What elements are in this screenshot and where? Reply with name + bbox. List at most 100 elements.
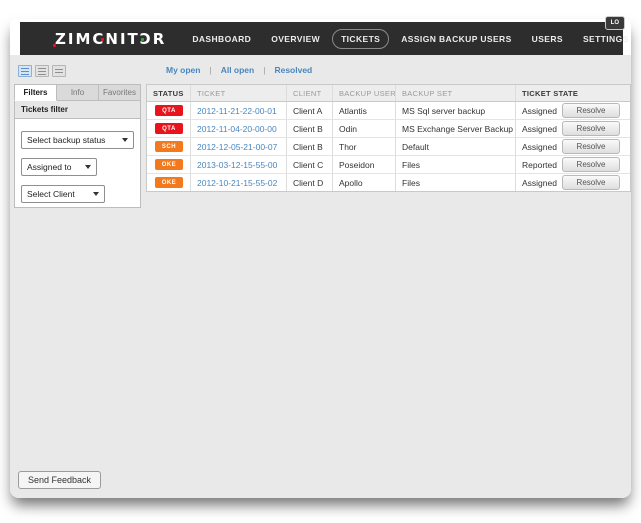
column-header-backup-user: BACKUP USER — [333, 85, 396, 101]
logo-red-dot-icon — [101, 38, 104, 41]
status-badge: QTA — [155, 105, 183, 116]
ticket-state-cell: Assigned Resolve — [516, 102, 630, 119]
logo-o-red: C — [92, 30, 105, 48]
ticket-link[interactable]: 2012-11-21-22-00-01 — [197, 106, 277, 116]
backup-user-cell: Thor — [333, 138, 396, 155]
backup-set-cell: Default — [396, 138, 516, 155]
nav-item-settings[interactable]: SETTINGS — [575, 30, 637, 48]
ticket-cell: 2013-03-12-15-55-00 — [191, 156, 287, 173]
status-badge: OKE — [155, 177, 183, 188]
column-header-client: CLIENT — [287, 85, 333, 101]
client-cell: Client B — [287, 138, 333, 155]
app-window: ZIMC NITƆ R DASHBOARD OVERVIEW TICKETS A… — [10, 19, 631, 498]
filter-panel-body: Select backup status Assigned to Select … — [14, 119, 141, 208]
nav-item-overview[interactable]: OVERVIEW — [263, 30, 328, 48]
ticket-state-label: Assigned — [522, 106, 557, 116]
assigned-to-select[interactable]: Assigned to — [21, 158, 97, 176]
backup-status-select[interactable]: Select backup status — [21, 131, 134, 149]
nav-item-dashboard[interactable]: DASHBOARD — [184, 30, 259, 48]
ticket-link[interactable]: 2012-10-21-15-55-02 — [197, 178, 277, 188]
status-badge: OKE — [155, 159, 183, 170]
status-cell: QTA — [147, 102, 191, 119]
ticket-cell: 2012-11-04-20-00-00 — [191, 120, 287, 137]
column-header-ticket-state: TICKET STATE — [516, 85, 630, 101]
status-cell: QTA — [147, 120, 191, 137]
backup-set-cell: Files — [396, 174, 516, 191]
chevron-down-icon — [93, 192, 99, 196]
ticket-state-label: Assigned — [522, 124, 557, 134]
tab-filters[interactable]: Filters — [14, 84, 57, 101]
compact-list-view-icon[interactable] — [35, 65, 49, 77]
status-badge: QTA — [155, 123, 183, 134]
table-row: QTA 2012-11-21-22-00-01 Client A Atlanti… — [147, 102, 630, 120]
status-cell: OKE — [147, 156, 191, 173]
ticket-link[interactable]: 2012-11-04-20-00-00 — [197, 124, 277, 134]
logo-o-green: Ɔ — [140, 30, 153, 48]
backup-user-cell: Apollo — [333, 174, 396, 191]
ticket-cell: 2012-12-05-21-00-07 — [191, 138, 287, 155]
main-content: My open | All open | Resolved Filters In… — [10, 55, 631, 498]
nav-item-tickets[interactable]: TICKETS — [332, 29, 389, 49]
column-header-ticket: TICKET — [191, 85, 287, 101]
ticket-state-cell: Assigned Resolve — [516, 174, 630, 191]
client-cell: Client A — [287, 102, 333, 119]
client-cell: Client D — [287, 174, 333, 191]
logout-button[interactable]: LO — [605, 16, 625, 30]
ticket-cell: 2012-10-21-15-55-02 — [191, 174, 287, 191]
backup-user-cell: Poseidon — [333, 156, 396, 173]
logo-text-zim: ZIM — [55, 30, 92, 48]
table-row: OKE 2012-10-21-15-55-02 Client D Apollo … — [147, 174, 630, 191]
view-toggle-group — [18, 65, 66, 77]
logo-text-r: R — [153, 30, 167, 48]
client-select-label: Select Client — [27, 189, 75, 199]
table-header-row: STATUS TICKET CLIENT BACKUP USER BACKUP … — [147, 85, 630, 102]
nav-menu: DASHBOARD OVERVIEW TICKETS ASSIGN BACKUP… — [182, 29, 638, 49]
tab-my-open[interactable]: My open — [157, 65, 209, 75]
ticket-state-cell: Assigned Resolve — [516, 138, 630, 155]
backup-user-cell: Atlantis — [333, 102, 396, 119]
table-body: QTA 2012-11-21-22-00-01 Client A Atlanti… — [147, 102, 630, 191]
top-navbar: ZIMC NITƆ R DASHBOARD OVERVIEW TICKETS A… — [20, 22, 623, 55]
ticket-link[interactable]: 2013-03-12-15-55-00 — [197, 160, 277, 170]
ticket-link[interactable]: 2012-12-05-21-00-07 — [197, 142, 277, 152]
client-cell: Client C — [287, 156, 333, 173]
send-feedback-button[interactable]: Send Feedback — [18, 471, 101, 489]
ticket-state-cell: Reported Resolve — [516, 156, 630, 173]
ticket-cell: 2012-11-21-22-00-01 — [191, 102, 287, 119]
tab-resolved[interactable]: Resolved — [265, 65, 321, 75]
ticket-state-label: Assigned — [522, 142, 557, 152]
ticket-state-cell: Assigned Resolve — [516, 120, 630, 137]
tickets-filter-header: Tickets filter — [14, 101, 141, 119]
resolve-button[interactable]: Resolve — [562, 103, 620, 118]
backup-status-select-label: Select backup status — [27, 135, 105, 145]
logo-text-nit: NIT — [105, 30, 139, 48]
client-select[interactable]: Select Client — [21, 185, 105, 203]
backup-user-cell: Odin — [333, 120, 396, 137]
column-header-status: STATUS — [147, 85, 191, 101]
ticket-list-tabs: My open | All open | Resolved — [157, 65, 321, 75]
resolve-button[interactable]: Resolve — [562, 157, 620, 172]
table-row: OKE 2013-03-12-15-55-00 Client C Poseido… — [147, 156, 630, 174]
ticket-state-label: Assigned — [522, 178, 557, 188]
logo-red-accent — [53, 44, 56, 47]
nav-item-users[interactable]: USERS — [524, 30, 571, 48]
status-cell: OKE — [147, 174, 191, 191]
logo-green-dot-icon — [141, 38, 144, 41]
table-row: QTA 2012-11-04-20-00-00 Client B Odin MS… — [147, 120, 630, 138]
sidebar-tabs: Filters Info Favorites — [14, 84, 141, 101]
tab-all-open[interactable]: All open — [212, 65, 264, 75]
resolve-button[interactable]: Resolve — [562, 121, 620, 136]
resolve-button[interactable]: Resolve — [562, 175, 620, 190]
detail-list-view-icon[interactable] — [18, 65, 32, 77]
assigned-to-select-label: Assigned to — [27, 162, 71, 172]
column-header-backup-set: BACKUP SET — [396, 85, 516, 101]
backup-set-cell: Files — [396, 156, 516, 173]
grid-view-icon[interactable] — [52, 65, 66, 77]
backup-set-cell: MS Exchange Server Backup — [396, 120, 516, 137]
tab-info[interactable]: Info — [57, 84, 99, 101]
brand-logo: ZIMC NITƆ R — [55, 30, 166, 48]
resolve-button[interactable]: Resolve — [562, 139, 620, 154]
tab-favorites[interactable]: Favorites — [99, 84, 141, 101]
table-row: SCH 2012-12-05-21-00-07 Client B Thor De… — [147, 138, 630, 156]
nav-item-assign-backup-users[interactable]: ASSIGN BACKUP USERS — [393, 30, 519, 48]
